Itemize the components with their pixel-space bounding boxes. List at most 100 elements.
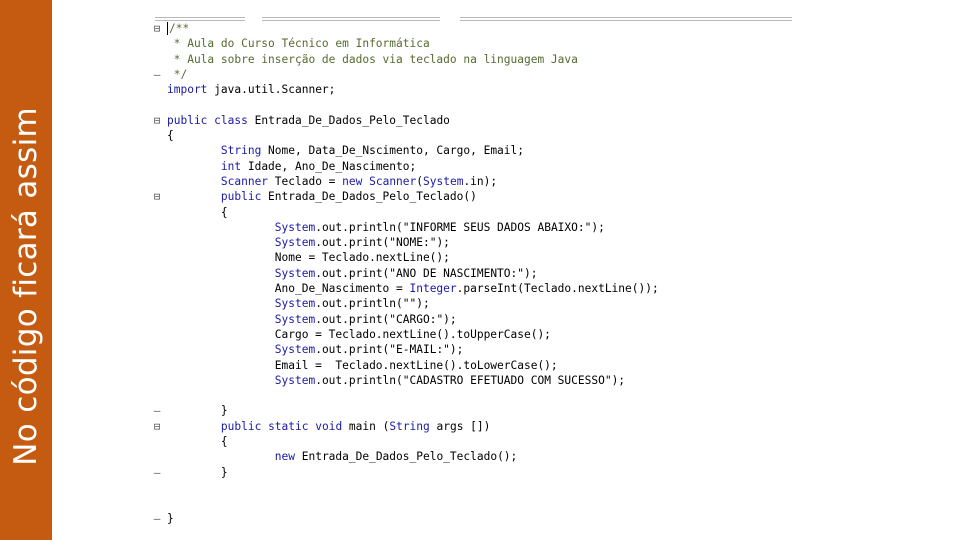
fold-collapse-icon[interactable]: ⊟: [150, 21, 164, 36]
code-line[interactable]: [150, 97, 800, 112]
code-token: Entrada_De_Dados_Pelo_Teclado();: [295, 450, 518, 464]
slide-title-container: No código ficará assim: [0, 0, 52, 466]
code-text: public static void main (String args []): [167, 419, 491, 434]
code-text: Email = Teclado.nextLine().toLowerCase()…: [167, 358, 558, 373]
code-text: Ano_De_Nascimento = Integer.parseInt(Tec…: [167, 281, 659, 296]
code-text: public Entrada_De_Dados_Pelo_Teclado(): [167, 189, 477, 204]
fold-collapse-icon[interactable]: ⊟: [150, 419, 164, 434]
code-token: */: [167, 67, 188, 81]
code-token: String: [220, 144, 262, 158]
code-line[interactable]: ⊟ public Entrada_De_Dados_Pelo_Teclado(): [150, 189, 800, 204]
code-text: {: [167, 128, 174, 143]
code-text: {: [167, 434, 228, 449]
code-token: args []): [429, 419, 491, 433]
code-token: .out.println("INFORME SEUS DADOS ABAIXO:…: [315, 220, 605, 234]
code-line[interactable]: Nome = Teclado.nextLine();: [150, 250, 800, 265]
code-text: new Entrada_De_Dados_Pelo_Teclado();: [167, 449, 518, 464]
code-text: Scanner Teclado = new Scanner(System.in)…: [167, 174, 497, 189]
code-token: .parseInt(Teclado.nextLine());: [456, 282, 659, 296]
code-line[interactable]: [150, 480, 800, 495]
code-line[interactable]: ⊟ /**: [150, 21, 800, 36]
code-token: import: [167, 83, 208, 97]
code-line[interactable]: {: [150, 205, 800, 220]
code-line[interactable]: System.out.println("");: [150, 296, 800, 311]
fold-end-marker: –: [153, 67, 161, 81]
code-token: new: [274, 450, 295, 464]
code-line[interactable]: System.out.print("CARGO:");: [150, 312, 800, 327]
code-token: {: [167, 435, 228, 449]
code-token: Cargo = Teclado.nextLine().toUpperCase()…: [167, 327, 551, 341]
code-line[interactable]: * Aula sobre inserção de dados via tecla…: [150, 52, 800, 67]
code-line[interactable]: [150, 388, 800, 403]
code-token: .in);: [463, 174, 498, 188]
code-line[interactable]: import java.util.Scanner;: [150, 82, 800, 97]
code-token: .out.print("ANO DE NASCIMENTO:");: [315, 266, 538, 280]
code-line[interactable]: String Nome, Data_De_Nscimento, Cargo, E…: [150, 143, 800, 158]
code-token: public: [167, 113, 208, 127]
code-line[interactable]: int Idade, Ano_De_Nascimento;: [150, 159, 800, 174]
code-line[interactable]: ⊟ public class Entrada_De_Dados_Pelo_Tecl…: [150, 113, 800, 128]
code-line[interactable]: – */: [150, 67, 800, 82]
code-token: Email = Teclado.nextLine().toLowerCase()…: [167, 358, 558, 372]
code-token: System: [274, 297, 316, 311]
code-token: }: [167, 511, 174, 525]
code-token: .out.println("CADASTRO EFETUADO COM SUCE…: [315, 373, 626, 387]
code-token: java.util.Scanner;: [207, 83, 336, 97]
code-line[interactable]: new Entrada_De_Dados_Pelo_Teclado();: [150, 449, 800, 464]
code-text: }: [167, 403, 228, 418]
code-text: System.out.print("ANO DE NASCIMENTO:");: [167, 266, 538, 281]
code-line[interactable]: Email = Teclado.nextLine().toLowerCase()…: [150, 358, 800, 373]
code-token: static: [268, 419, 309, 433]
code-text: }: [167, 511, 174, 526]
code-line[interactable]: [150, 495, 800, 510]
code-token: Entrada_De_Dados_Pelo_Teclado(): [261, 190, 477, 204]
code-token: Scanner: [369, 174, 417, 188]
code-line[interactable]: Scanner Teclado = new Scanner(System.in)…: [150, 174, 800, 189]
code-token: System: [423, 174, 464, 188]
code-token: .out.println("");: [315, 297, 430, 311]
code-token: * Aula do Curso Técnico em Informática: [167, 37, 430, 51]
code-token: }: [167, 404, 228, 418]
code-line[interactable]: System.out.print("NOME:");: [150, 235, 800, 250]
code-token: Teclado =: [268, 174, 343, 188]
code-token: System: [274, 236, 316, 250]
code-token: {: [167, 129, 174, 143]
code-line[interactable]: System.out.println("INFORME SEUS DADOS A…: [150, 220, 800, 235]
code-line[interactable]: System.out.print("ANO DE NASCIMENTO:");: [150, 266, 800, 281]
code-line[interactable]: {: [150, 128, 800, 143]
code-line[interactable]: ⊟ public static void main (String args […: [150, 419, 800, 434]
code-token: System: [274, 373, 316, 387]
code-token: System: [274, 312, 316, 326]
fold-collapse-icon[interactable]: ⊟: [150, 113, 164, 128]
code-token: Nome = Teclado.nextLine();: [167, 251, 450, 265]
code-line[interactable]: Ano_De_Nascimento = Integer.parseInt(Tec…: [150, 281, 800, 296]
code-token: }: [167, 465, 228, 479]
code-token: class: [214, 113, 248, 127]
code-line[interactable]: * Aula do Curso Técnico em Informática: [150, 36, 800, 51]
code-line[interactable]: System.out.println("CADASTRO EFETUADO CO…: [150, 373, 800, 388]
code-line[interactable]: Cargo = Teclado.nextLine().toUpperCase()…: [150, 327, 800, 342]
code-text: * Aula sobre inserção de dados via tecla…: [167, 52, 578, 67]
code-line[interactable]: – }: [150, 465, 800, 480]
code-editor[interactable]: ⊟ /** * Aula do Curso Técnico em Informát…: [150, 14, 800, 534]
code-area[interactable]: ⊟ /** * Aula do Curso Técnico em Informát…: [150, 21, 800, 526]
code-text: System.out.println("");: [167, 296, 430, 311]
code-token: .out.print("E-MAIL:");: [315, 343, 464, 357]
code-token: System: [274, 266, 316, 280]
fold-end-marker: –: [153, 404, 161, 418]
slide-title: No código ficará assim: [8, 107, 44, 466]
code-token: public: [220, 190, 262, 204]
code-line[interactable]: – }: [150, 403, 800, 418]
code-line[interactable]: –}: [150, 511, 800, 526]
code-text: System.out.print("NOME:");: [167, 235, 450, 250]
code-token: /**: [169, 22, 190, 35]
fold-collapse-icon[interactable]: ⊟: [150, 189, 164, 204]
code-token: Scanner: [220, 174, 269, 188]
code-line[interactable]: System.out.print("E-MAIL:");: [150, 342, 800, 357]
code-line[interactable]: {: [150, 434, 800, 449]
